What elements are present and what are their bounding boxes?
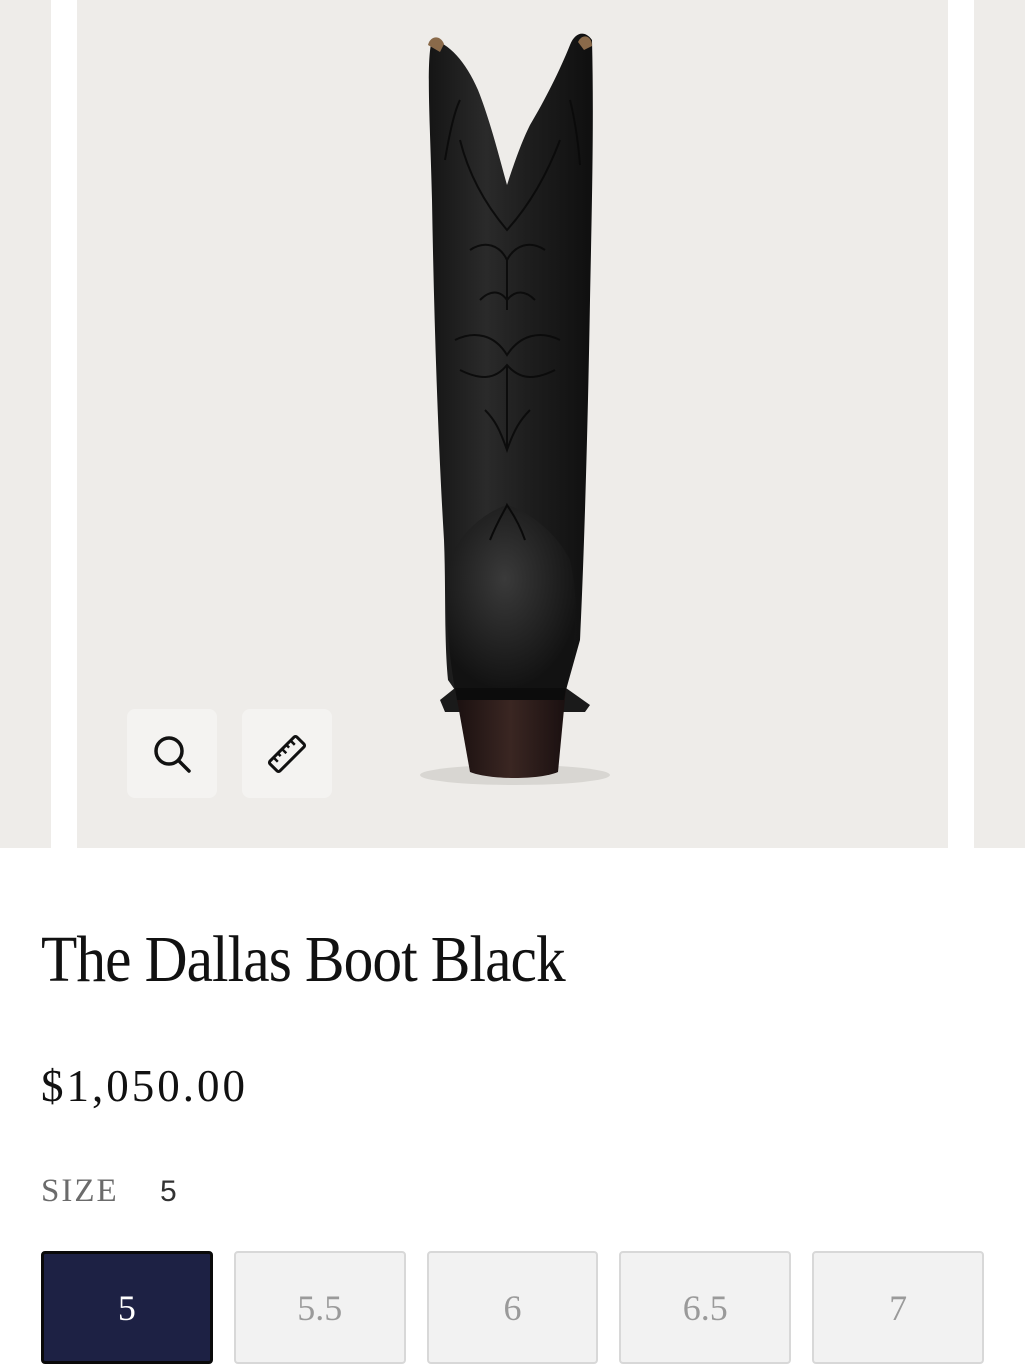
product-page: The Dallas Boot Black $1,050.00 SIZE 5 5… xyxy=(0,0,1025,1367)
magnifier-icon xyxy=(154,735,191,773)
product-gallery[interactable] xyxy=(0,0,1025,848)
product-title: The Dallas Boot Black xyxy=(41,923,566,996)
zoom-button[interactable] xyxy=(127,709,217,798)
ruler-icon xyxy=(267,734,307,773)
size-options: 5 5.5 6 6.5 7 xyxy=(41,1251,984,1367)
size-option-6-5[interactable]: 6.5 xyxy=(619,1251,792,1364)
size-option-5-5[interactable]: 5.5 xyxy=(233,1251,406,1364)
product-price: $1,050.00 xyxy=(41,1061,248,1111)
size-guide-button[interactable] xyxy=(242,709,332,798)
size-option-5[interactable]: 5 xyxy=(41,1251,213,1364)
size-label: SIZE xyxy=(41,1173,119,1209)
size-option-7[interactable]: 7 xyxy=(812,1251,984,1364)
size-option-6[interactable]: 6 xyxy=(426,1251,599,1364)
selected-size-value: 5 xyxy=(160,1175,177,1208)
